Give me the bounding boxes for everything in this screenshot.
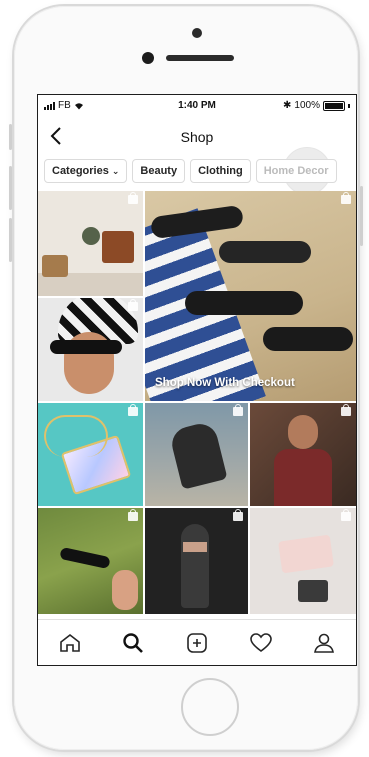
search-icon — [122, 633, 143, 653]
battery-icon — [323, 100, 345, 111]
status-right: ✱ 100% — [283, 100, 350, 111]
chip-label: Categories — [52, 165, 109, 177]
bra-top-image — [183, 542, 207, 552]
battery-percent: 100% — [294, 100, 320, 111]
post-tile-studio[interactable] — [145, 508, 248, 614]
tab-home[interactable] — [38, 620, 101, 665]
post-tile-runner[interactable] — [145, 403, 248, 506]
chip-label: Clothing — [198, 165, 243, 177]
featured-caption: Shop Now With Checkout — [155, 377, 295, 389]
filter-chip-home-decor[interactable]: Home Decor — [255, 159, 337, 183]
shopping-bag-icon — [233, 404, 243, 416]
front-camera — [142, 52, 154, 64]
volume-button — [9, 124, 12, 150]
shopping-bag-icon — [233, 509, 243, 521]
plant-image — [82, 227, 100, 245]
fabric-image — [278, 534, 334, 574]
hand-image — [112, 570, 138, 610]
home-icon — [59, 633, 80, 652]
accessory-image — [298, 580, 328, 602]
sunglasses-4-image — [263, 327, 353, 351]
activity-heart-icon — [249, 633, 272, 652]
chip-label: Beauty — [140, 165, 178, 177]
tote-bag-image — [102, 231, 134, 263]
filter-chip-beauty[interactable]: Beauty — [132, 159, 186, 183]
filter-chip-categories[interactable]: Categories ⌄ — [44, 159, 128, 183]
post-tile-flatlay[interactable] — [250, 508, 356, 614]
volume-button — [9, 218, 12, 262]
tab-activity[interactable] — [229, 620, 292, 665]
chain-strap-image — [44, 415, 108, 457]
sunglasses-2-image — [219, 241, 311, 263]
woman-image — [288, 415, 318, 449]
post-tile-home-bag[interactable] — [38, 191, 143, 296]
post-tile-sunglasses-portrait[interactable] — [38, 298, 143, 401]
app-screen: FB 1:40 PM ✱ 100% Shop Categories ⌄ Beaut… — [37, 94, 357, 666]
battery-cap — [348, 103, 350, 108]
shopping-bag-icon — [128, 299, 138, 311]
post-tile-clear-bag[interactable] — [38, 403, 143, 506]
sunglasses-3-image — [185, 291, 303, 315]
new-post-icon — [186, 633, 207, 653]
basket-image — [42, 255, 68, 277]
shopping-bag-icon — [128, 404, 138, 416]
shopping-bag-icon — [341, 404, 351, 416]
featured-post-sunglasses[interactable]: Shop Now With Checkout — [145, 191, 356, 401]
shopping-bag-icon — [128, 509, 138, 521]
earpiece-speaker — [166, 55, 234, 61]
shopping-bag-icon — [128, 192, 138, 204]
shopping-bag-icon — [341, 509, 351, 521]
bottom-tab-bar — [38, 619, 356, 665]
top-image — [274, 449, 332, 506]
volume-button — [9, 166, 12, 210]
sunglasses-image — [59, 546, 111, 570]
filter-chip-clothing[interactable]: Clothing — [190, 159, 251, 183]
profile-icon — [313, 633, 334, 653]
home-button[interactable] — [181, 678, 239, 736]
chevron-down-icon: ⌄ — [111, 166, 120, 176]
shopping-bag-icon — [341, 192, 351, 204]
sensor-dot — [192, 28, 202, 38]
bluetooth-icon: ✱ — [283, 100, 292, 111]
filter-chips: Categories ⌄ Beauty Clothing Home Decor — [44, 159, 337, 185]
post-tile-woman-red[interactable] — [250, 403, 356, 506]
chip-label: Home Decor — [263, 165, 329, 177]
person-image — [181, 524, 209, 608]
sunglasses-image — [50, 340, 122, 354]
tab-profile[interactable] — [292, 620, 355, 665]
page-title: Shop — [180, 129, 214, 145]
post-tile-grass-sunglasses[interactable] — [38, 508, 143, 614]
shop-grid: Shop Now With Checkout — [38, 191, 356, 614]
tab-search[interactable] — [101, 620, 164, 665]
runner-image — [168, 420, 228, 490]
tab-new-post[interactable] — [165, 620, 228, 665]
power-button — [360, 186, 363, 246]
status-bar: FB 1:40 PM ✱ 100% — [38, 95, 356, 115]
